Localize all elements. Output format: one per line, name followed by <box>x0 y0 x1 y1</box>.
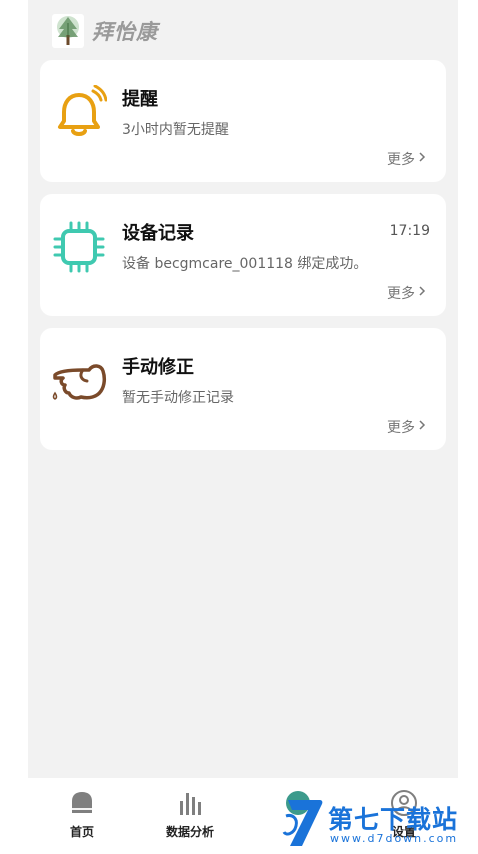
card-subtitle: 3小时内暂无提醒 <box>122 122 229 138</box>
chevron-right-icon <box>418 419 426 435</box>
chip-icon <box>48 216 110 278</box>
manual-correction-card[interactable]: 手动修正 暂无手动修正记录 更多 <box>40 328 446 450</box>
tree-logo-icon <box>52 14 84 48</box>
more-label: 更多 <box>387 286 415 302</box>
more-link[interactable]: 更多 <box>387 417 426 437</box>
more-label: 更多 <box>387 420 415 436</box>
card-subtitle: 暂无手动修正记录 <box>122 390 234 406</box>
watermark: 第七下载站 www.d7down.com <box>282 796 478 850</box>
app-content: 拜怡康 提醒 3小时内暂无提醒 更多 设备记录 17:19 设备 becgmca… <box>28 0 458 778</box>
card-subtitle: 设备 becgmcare_001118 绑定成功。 <box>122 256 368 272</box>
chevron-right-icon <box>418 285 426 301</box>
tab-data-analysis[interactable]: 数据分析 <box>150 788 230 846</box>
bell-icon <box>48 82 110 144</box>
brand-name: 拜怡康 <box>92 20 158 44</box>
bar-chart-icon <box>175 788 205 818</box>
tab-label: 首页 <box>69 825 94 839</box>
chevron-right-icon <box>418 151 426 167</box>
watermark-title: 第七下载站 <box>328 805 459 834</box>
tab-label: 数据分析 <box>165 825 214 839</box>
card-title: 设备记录 <box>122 223 194 244</box>
card-time: 17:19 <box>389 223 430 239</box>
device-records-card[interactable]: 设备记录 17:19 设备 becgmcare_001118 绑定成功。 更多 <box>40 194 446 316</box>
pointing-hand-icon <box>48 350 110 412</box>
home-icon <box>67 788 97 818</box>
card-title: 提醒 <box>122 89 158 110</box>
reminder-card[interactable]: 提醒 3小时内暂无提醒 更多 <box>40 60 446 182</box>
watermark-logo-icon <box>282 796 326 854</box>
card-title: 手动修正 <box>122 357 194 378</box>
more-label: 更多 <box>387 152 415 168</box>
more-link[interactable]: 更多 <box>387 149 426 169</box>
more-link[interactable]: 更多 <box>387 283 426 303</box>
watermark-url: www.d7down.com <box>330 832 459 845</box>
tab-home[interactable]: 首页 <box>42 788 122 846</box>
brand-header: 拜怡康 <box>52 12 158 50</box>
